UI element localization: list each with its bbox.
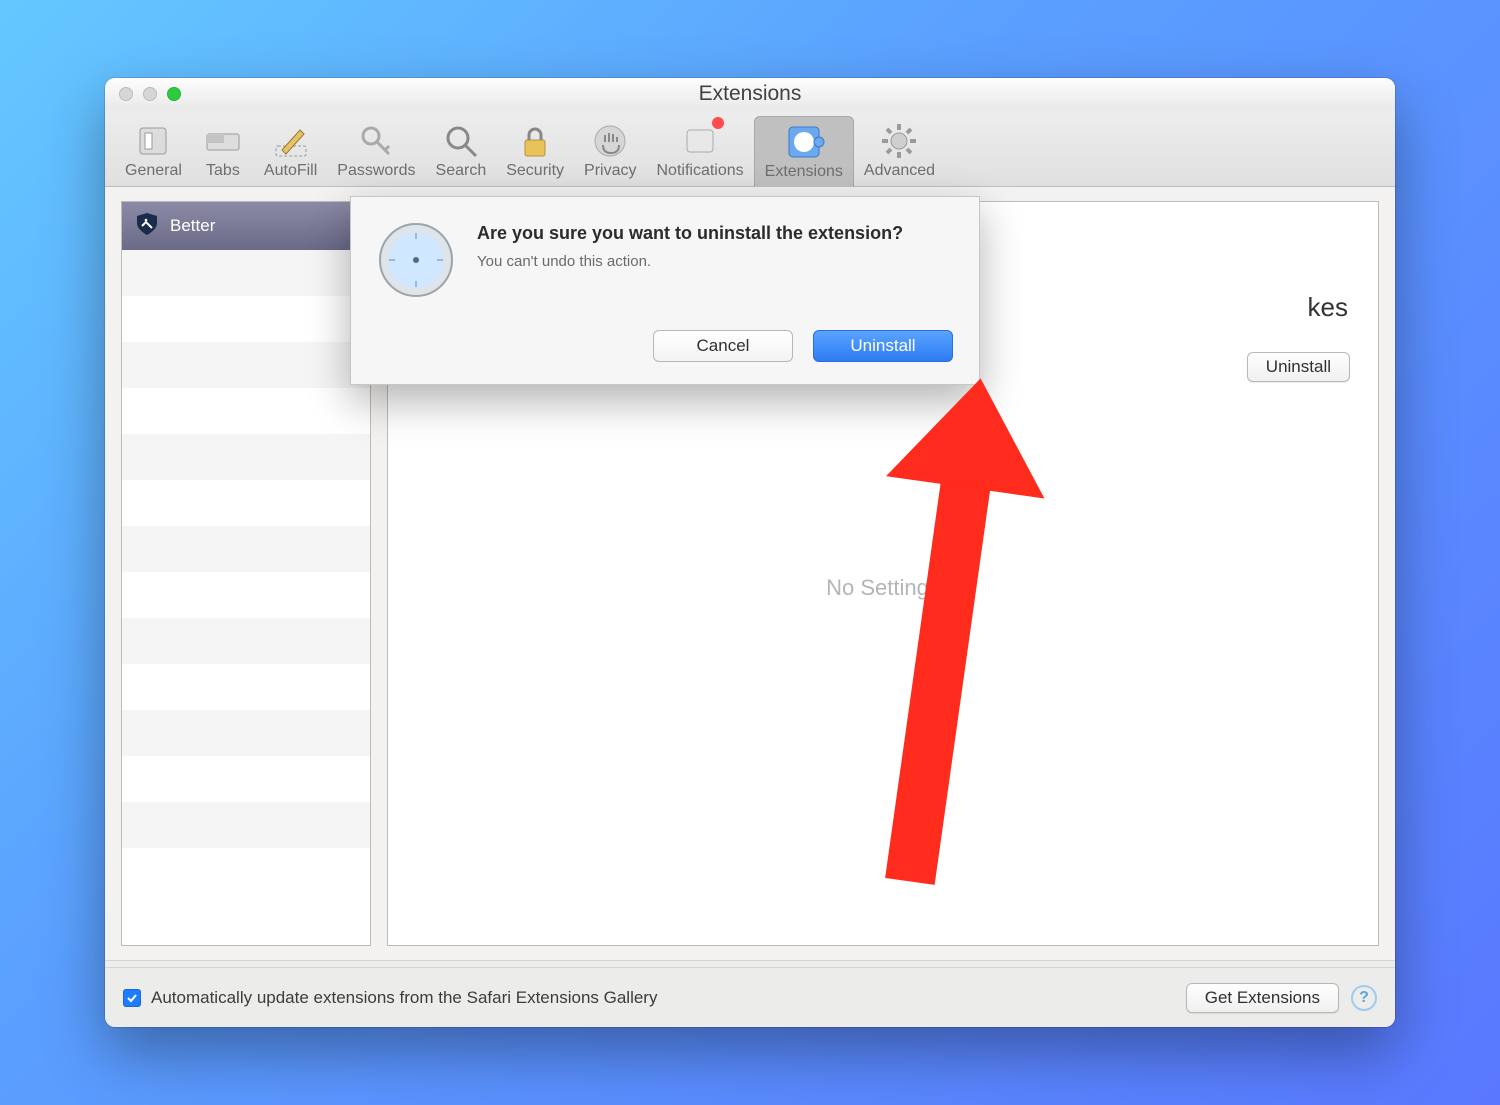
auto-update-label: Automatically update extensions from the… [151,988,1186,1008]
tab-notifications[interactable]: Notifications [646,116,753,186]
tab-label: General [125,162,182,180]
tabs-icon [202,120,244,162]
preferences-window: Extensions General Tabs AutoFill Pa [105,78,1395,1027]
tab-label: Notifications [656,162,743,180]
uninstall-extension-button[interactable]: Uninstall [1247,352,1350,382]
check-icon [126,992,138,1004]
tab-passwords[interactable]: Passwords [327,116,425,186]
dialog-message: Are you sure you want to uninstall the e… [477,221,903,245]
tab-security[interactable]: Security [496,116,574,186]
empty-list-rows [122,250,370,894]
tab-label: Advanced [864,162,935,180]
tab-label: Search [436,162,487,180]
search-icon [440,120,482,162]
extension-name: Better [170,216,215,236]
hand-icon [589,120,631,162]
switch-icon [132,120,174,162]
tab-label: Tabs [206,162,240,180]
pencil-icon [270,120,312,162]
annotation-arrow-icon [845,378,1105,903]
confirm-uninstall-dialog: Are you sure you want to uninstall the e… [350,196,980,385]
tab-label: Passwords [337,162,415,180]
tab-privacy[interactable]: Privacy [574,116,646,186]
notification-icon [679,120,721,162]
tab-search[interactable]: Search [426,116,497,186]
confirm-uninstall-button[interactable]: Uninstall [813,330,953,362]
auto-update-checkbox[interactable] [123,989,141,1007]
tab-label: Extensions [765,163,843,181]
extensions-list-sidebar: Better [121,201,371,946]
notification-badge-icon [712,117,724,129]
tab-general[interactable]: General [115,116,192,186]
tab-label: Privacy [584,162,636,180]
shield-icon [134,211,160,242]
tab-advanced[interactable]: Advanced [854,116,945,186]
tab-autofill[interactable]: AutoFill [254,116,327,186]
compass-puzzle-icon [783,121,825,163]
lock-icon [514,120,556,162]
tab-label: AutoFill [264,162,317,180]
extension-row-better[interactable]: Better [122,202,370,250]
tab-tabs[interactable]: Tabs [192,116,254,186]
help-button[interactable]: ? [1351,985,1377,1011]
dialog-subtext: You can't undo this action. [477,253,903,270]
safari-compass-icon [377,221,455,304]
tab-extensions[interactable]: Extensions [754,116,854,187]
cancel-button[interactable]: Cancel [653,330,793,362]
key-icon [355,120,397,162]
window-title: Extensions [105,82,1395,106]
preferences-toolbar: General Tabs AutoFill Passwords Search [105,110,1395,187]
obscured-title-fragment: kes [1308,292,1348,323]
tab-label: Security [506,162,564,180]
get-extensions-button[interactable]: Get Extensions [1186,983,1339,1013]
window-footer: Automatically update extensions from the… [105,967,1395,1027]
window-titlebar: Extensions [105,78,1395,110]
gear-icon [878,120,920,162]
